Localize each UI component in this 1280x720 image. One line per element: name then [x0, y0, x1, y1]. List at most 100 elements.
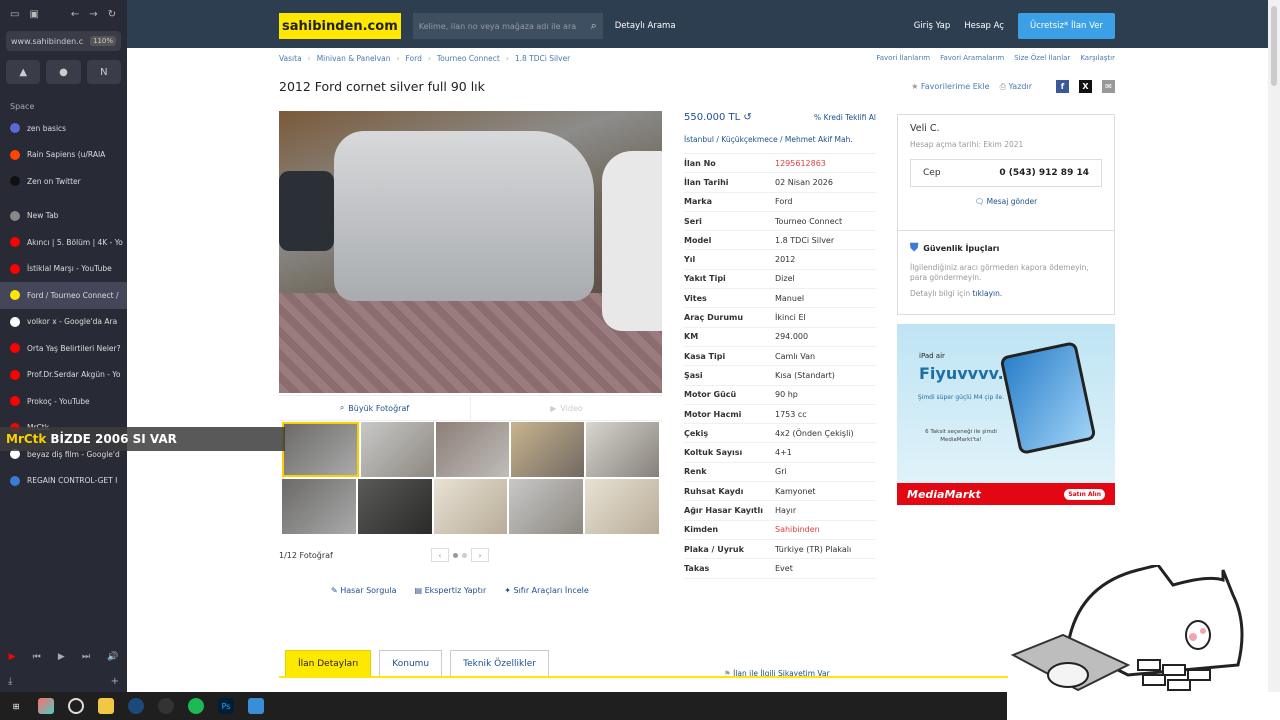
detail-value: Türkiye (TR) Plakalı [775, 544, 852, 554]
spotify-icon[interactable] [188, 698, 204, 714]
user-link[interactable]: Size Özel İlanlar [1014, 54, 1070, 62]
thumbnail[interactable] [436, 422, 509, 477]
sidebar-tab[interactable]: İstiklal Marşı - YouTube [0, 256, 127, 283]
previous-icon[interactable]: ⏮ [33, 652, 41, 662]
seller-name[interactable]: Veli C. [910, 123, 1102, 134]
sidebar-tab[interactable]: Ford / Tourneo Connect / [0, 282, 127, 309]
service-link[interactable]: ✦ Sıfır Araçları İncele [504, 586, 589, 595]
facebook-icon[interactable]: f [1056, 80, 1069, 93]
big-photo-button[interactable]: ⌕ Büyük Fotoğraf [279, 396, 470, 420]
sidebar-tab[interactable]: Prokoç - YouTube [0, 388, 127, 415]
sidebar-tab[interactable]: REGAIN CONTROL-GET I [0, 468, 127, 495]
detail-key: Vites [684, 293, 707, 303]
volume-icon[interactable]: 🔊 [107, 652, 118, 662]
zoom-badge[interactable]: 110% [89, 36, 116, 46]
breadcrumb-item[interactable]: 1.8 TDCi Silver [515, 54, 570, 63]
post-ad-button[interactable]: Ücretsiz* İlan Ver [1017, 13, 1115, 39]
scrollbar-thumb[interactable] [1271, 6, 1277, 86]
detail-key: Plaka / Uyruk [684, 544, 744, 554]
login-link[interactable]: Giriş Yap [914, 21, 951, 31]
detailed-search-link[interactable]: Detaylı Arama [615, 21, 676, 31]
thumbnail[interactable] [357, 479, 432, 534]
user-link[interactable]: Favori İlanlarım [876, 54, 930, 62]
thumbnail[interactable] [586, 422, 659, 477]
location-link[interactable]: İstanbul / Küçükçekmece / Mehmet Akif Ma… [684, 134, 876, 154]
reload-icon[interactable]: ↻ [108, 9, 116, 20]
prev-photo-button[interactable]: ‹ [431, 548, 449, 562]
sidebar-tab[interactable]: Prof.Dr.Serdar Akgün - Yo [0, 362, 127, 389]
download-icon[interactable]: ⤓ [8, 676, 12, 687]
tips-more-link[interactable]: tıklayın. [973, 289, 1003, 298]
app-icon[interactable] [248, 698, 264, 714]
send-message-link[interactable]: 🗨 Mesaj gönder [910, 197, 1102, 206]
file-explorer-icon[interactable] [98, 698, 114, 714]
page-dot[interactable] [453, 552, 458, 558]
sidebar-tab[interactable]: volkor x - Google'da Ara [0, 309, 127, 336]
windows-start-icon[interactable]: ⊞ [8, 698, 24, 714]
advertisement[interactable]: iPad air Fiyuvvvv. Şimdi süper güçlü M4 … [897, 324, 1115, 505]
search-icon[interactable]: ⌕ [591, 19, 597, 33]
zen-browser-icon[interactable] [68, 698, 84, 714]
app-icon[interactable] [38, 698, 54, 714]
breadcrumb-item[interactable]: Tourneo Connect [437, 54, 500, 63]
thumbnail[interactable] [509, 479, 584, 534]
notion-icon[interactable]: N [86, 60, 121, 84]
print-link[interactable]: ⎙ Yazdır [1000, 82, 1032, 92]
buy-button[interactable]: Satın Alın [1064, 488, 1105, 500]
service-link[interactable]: ✎ Hasar Sorgula [331, 586, 396, 595]
back-icon[interactable]: ← [71, 9, 79, 20]
layout-icon[interactable]: ▣ [29, 9, 38, 20]
channel-name: MrCtk [6, 432, 47, 446]
sidebar-toggle-icon[interactable]: ▭ [10, 9, 19, 20]
service-link[interactable]: ▤ Ekspertiz Yaptır [414, 586, 486, 595]
detail-tab[interactable]: Konumu [379, 650, 443, 676]
site-logo[interactable]: sahibinden.com [279, 13, 401, 39]
detail-tab[interactable]: Teknik Özellikler [450, 650, 549, 676]
photoshop-icon[interactable]: Ps [218, 698, 234, 714]
steam-icon[interactable] [128, 698, 144, 714]
thumbnail[interactable] [585, 479, 659, 534]
detail-row: Ruhsat Kaydı Kamyonet [684, 482, 876, 502]
sidebar-tab[interactable]: zen basics [0, 115, 127, 142]
user-link[interactable]: Favori Aramalarım [940, 54, 1004, 62]
x-icon[interactable]: X [1079, 80, 1092, 93]
detail-tabs: İlan Detayları Konumu Teknik Özellikler [285, 650, 549, 676]
thumbnail[interactable] [282, 422, 359, 477]
sidebar-tab[interactable]: Orta Yaş Belirtileri Neler? [0, 335, 127, 362]
sidebar-tab[interactable]: New Tab [0, 203, 127, 230]
user-link[interactable]: Karşılaştır [1080, 54, 1115, 62]
register-link[interactable]: Hesap Aç [964, 21, 1004, 31]
thumbnail[interactable] [282, 479, 356, 534]
breadcrumb-item[interactable]: Minivan & Panelvan [317, 54, 391, 63]
main-photo[interactable] [279, 111, 662, 393]
search-input[interactable]: Kelime, ilan no veya mağaza adı ile ara … [412, 13, 603, 39]
credit-offer-link[interactable]: % Kredi Teklifi Al [814, 113, 876, 122]
forward-icon[interactable]: → [89, 9, 97, 20]
youtube-icon[interactable]: ▶ [9, 652, 16, 662]
url-bar[interactable]: www.sahibinden.c 110% [6, 31, 121, 51]
phone-box[interactable]: Cep 0 (543) 912 89 14 [910, 159, 1102, 187]
sidebar-tab[interactable]: Rain Sapiens (u/RAIA [0, 142, 127, 169]
next-icon[interactable]: ⏭ [82, 652, 90, 662]
next-photo-button[interactable]: › [471, 548, 489, 562]
sidebar-tab[interactable]: Zen on Twitter [0, 168, 127, 195]
mail-icon[interactable]: ✉ [1102, 80, 1115, 93]
thumbnail[interactable] [511, 422, 584, 477]
breadcrumb-item[interactable]: Ford [406, 54, 422, 63]
add-favorite-link[interactable]: ★ Favorilerime Ekle [911, 82, 989, 91]
page-dot[interactable] [462, 552, 467, 558]
obs-icon[interactable] [158, 698, 174, 714]
tab-label: volkor x - Google'da Ara [27, 317, 118, 327]
sidebar-tab[interactable]: Akıncı | 5. Bölüm | 4K - Yo [0, 229, 127, 256]
history-icon[interactable]: ↺ [743, 112, 751, 123]
page-scrollbar[interactable] [1268, 0, 1280, 692]
thumbnail[interactable] [361, 422, 434, 477]
printer-icon: ⎙ [999, 81, 1006, 91]
breadcrumb-item[interactable]: Vasıta [279, 54, 302, 63]
play-icon[interactable]: ▶ [58, 652, 65, 662]
github-icon[interactable]: ● [46, 60, 81, 84]
detail-tab[interactable]: İlan Detayları [285, 650, 372, 676]
warning-icon[interactable]: ▲ [6, 60, 41, 84]
thumbnail[interactable] [433, 479, 508, 534]
add-icon[interactable]: + [111, 676, 119, 687]
